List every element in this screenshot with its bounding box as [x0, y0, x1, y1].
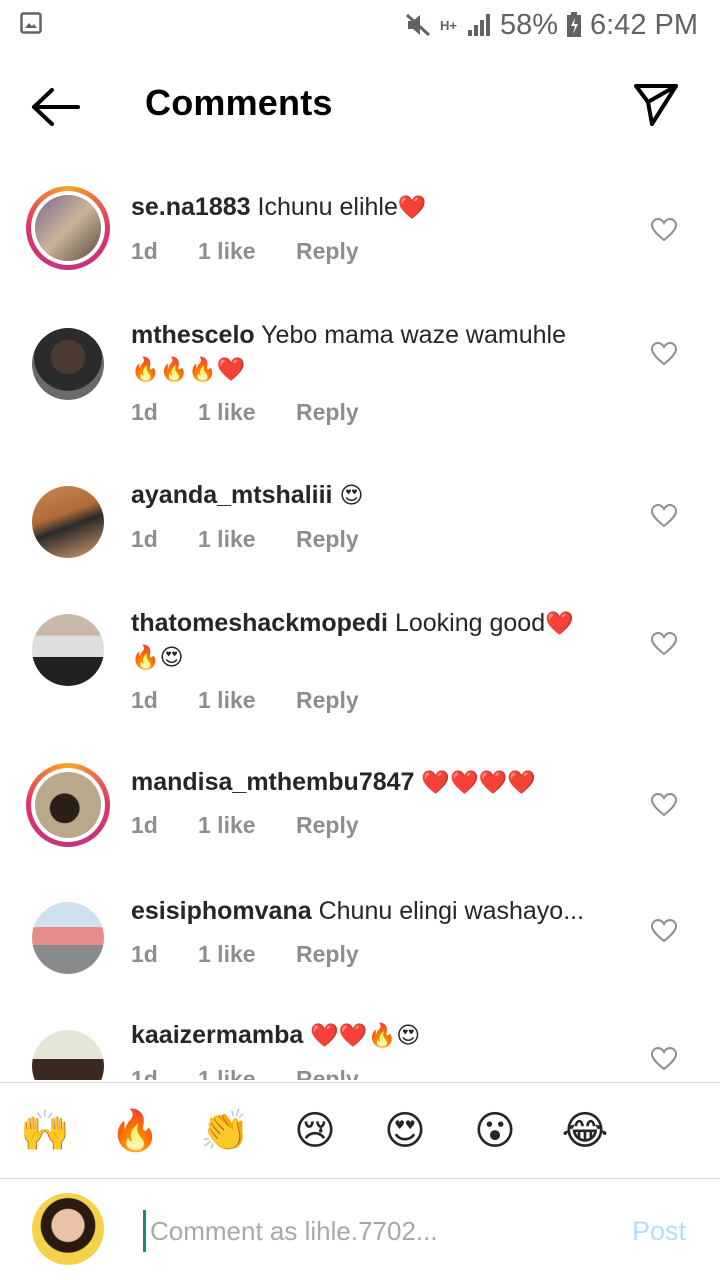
- reply-button[interactable]: Reply: [296, 526, 359, 553]
- network-icon: H+: [439, 17, 457, 33]
- comment-username[interactable]: mthescelo: [131, 321, 255, 349]
- comment-emoji: ❤️❤️❤️❤️: [421, 769, 536, 795]
- comment-username[interactable]: kaaizermamba: [131, 1021, 303, 1049]
- page-title: Comments: [145, 82, 333, 123]
- battery-percent: 58%: [499, 8, 558, 41]
- comment-username[interactable]: thatomeshackmopedi: [131, 609, 388, 637]
- emoji-raising-hands-button[interactable]: 🙌: [20, 1106, 70, 1156]
- avatar[interactable]: [26, 480, 110, 564]
- reply-button[interactable]: Reply: [296, 812, 359, 839]
- comment-text: Yebo mama waze wamuhle: [261, 321, 566, 349]
- status-bar: H+ 58% 6:42 PM: [0, 0, 720, 50]
- comment-emoji: 🔥😍: [131, 644, 184, 670]
- emoji-laughing-button[interactable]: 😂: [560, 1106, 610, 1156]
- heart-icon[interactable]: [651, 218, 677, 242]
- comment-emoji: 😍: [339, 482, 364, 508]
- comment-emoji: ❤️: [397, 194, 427, 220]
- battery-icon: [567, 12, 581, 37]
- divider: [0, 1082, 720, 1083]
- heart-icon[interactable]: [651, 504, 677, 528]
- emoji-heart-eyes-button[interactable]: 😍: [380, 1106, 430, 1156]
- comments-list[interactable]: se.na1883 Ichunu elihle❤️ 1d 1 like Repl…: [0, 160, 720, 1080]
- comment-username[interactable]: ayanda_mtshaliii: [131, 481, 332, 509]
- reply-button[interactable]: Reply: [296, 941, 359, 968]
- emoji-clapping-button[interactable]: 👏: [200, 1106, 250, 1156]
- avatar[interactable]: [26, 186, 110, 270]
- comment-time: 1d: [131, 238, 158, 264]
- heart-icon[interactable]: [651, 632, 677, 656]
- emoji-fire-button[interactable]: 🔥: [110, 1106, 160, 1156]
- comment-likes[interactable]: 1 like: [198, 687, 296, 714]
- signal-icon: [467, 14, 490, 36]
- comment-username[interactable]: mandisa_mthembu7847: [131, 768, 414, 796]
- heart-icon[interactable]: [651, 1047, 677, 1071]
- post-button[interactable]: Post: [632, 1216, 686, 1247]
- comment-likes[interactable]: 1 like: [198, 941, 296, 968]
- comment-username[interactable]: se.na1883: [131, 193, 251, 221]
- reply-button[interactable]: Reply: [296, 687, 359, 714]
- reply-button[interactable]: Reply: [296, 399, 359, 426]
- gallery-icon: [20, 12, 42, 34]
- comment-time: 1d: [131, 526, 158, 552]
- clock: 6:42 PM: [590, 8, 698, 41]
- comment-time: 1d: [131, 399, 158, 425]
- comment-username[interactable]: esisiphomvana: [131, 897, 312, 925]
- comment-likes[interactable]: 1 like: [198, 238, 296, 265]
- comment-input[interactable]: [143, 1210, 610, 1252]
- comment-emoji: 🔥🔥🔥❤️: [131, 356, 246, 382]
- divider: [0, 1178, 720, 1179]
- avatar[interactable]: [26, 322, 110, 406]
- comment-text: Chunu elingi washayo...: [318, 897, 585, 925]
- comment-likes[interactable]: 1 like: [198, 812, 296, 839]
- comment-composer: Post: [0, 1180, 720, 1280]
- back-arrow-icon[interactable]: [26, 82, 86, 132]
- comment-likes[interactable]: 1 like: [198, 1066, 296, 1080]
- avatar[interactable]: [26, 608, 110, 692]
- emoji-crying-button[interactable]: 😢: [290, 1106, 340, 1156]
- comment-text: Looking good: [394, 609, 546, 637]
- comment-time: 1d: [131, 812, 158, 838]
- avatar[interactable]: [26, 896, 110, 980]
- comment-likes[interactable]: 1 like: [198, 526, 296, 553]
- emoji-surprised-button[interactable]: 😮: [470, 1106, 520, 1156]
- avatar[interactable]: [26, 1024, 110, 1080]
- comment-text: Ichunu elihle: [257, 193, 398, 221]
- avatar[interactable]: [26, 763, 110, 847]
- reply-button[interactable]: Reply: [296, 238, 359, 265]
- heart-icon[interactable]: [651, 919, 677, 943]
- comment-time: 1d: [131, 941, 158, 967]
- reply-button[interactable]: Reply: [296, 1066, 359, 1080]
- comment-emoji: ❤️: [545, 610, 574, 636]
- heart-icon[interactable]: [651, 342, 677, 366]
- comment-likes[interactable]: 1 like: [198, 399, 296, 426]
- comment-time: 1d: [131, 1066, 158, 1080]
- heart-icon[interactable]: [651, 793, 677, 817]
- comment-time: 1d: [131, 687, 158, 713]
- comment-emoji: ❤️❤️🔥😍: [310, 1022, 421, 1048]
- quick-emoji-bar: 🙌 🔥 👏 😢 😍 😮 😂: [0, 1084, 720, 1178]
- header: Comments: [0, 50, 720, 160]
- my-avatar: [32, 1193, 104, 1265]
- mute-icon: [405, 13, 430, 37]
- paper-plane-icon[interactable]: [630, 78, 682, 130]
